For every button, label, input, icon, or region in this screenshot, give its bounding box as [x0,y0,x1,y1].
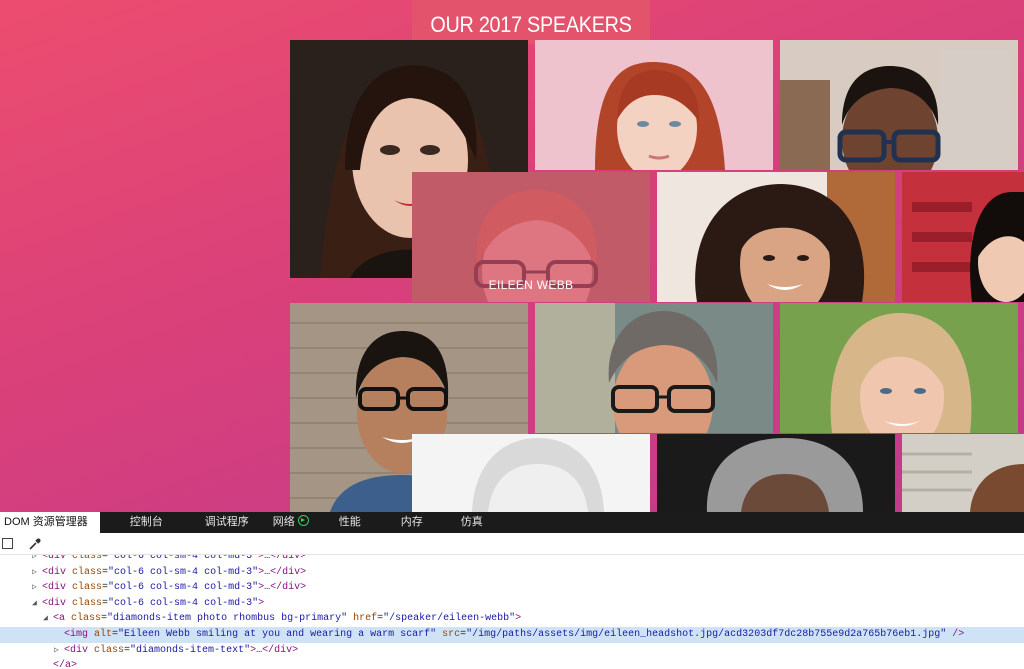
dom-attr-value: "diamonds-item photo rhombus bg-primary" [107,613,348,625]
page-title: OUR 2017 SPEAKERS [430,12,632,37]
dom-node-line[interactable]: </a> [0,658,1024,669]
speaker-portrait-3 [780,40,1018,170]
dom-attr-name: class [66,566,103,578]
tab-dom-explorer[interactable]: DOM 资源管理器 [0,512,100,533]
speaker-portrait-9 [780,303,1018,433]
dom-tag-name: <div [42,597,67,609]
speaker-photo-3[interactable] [780,40,1018,170]
speaker-portrait-10 [412,434,650,512]
dom-attr-name: class [88,644,125,656]
speaker-photo-9[interactable] [780,303,1018,433]
expand-arrow-icon[interactable]: ▷ [32,565,42,581]
speakers-page: OUR 2017 SPEAKERS EILEEN WEBB [0,0,1024,512]
tab-debugger[interactable]: 调试程序 [193,512,261,533]
dom-attr-value: "col-6 col-sm-4 col-md-3" [108,566,259,578]
speaker-portrait-8 [535,303,773,433]
dom-attr-value: "Eileen Webb smiling at you and wearing … [118,628,437,640]
speaker-photo-11[interactable] [657,434,895,512]
speaker-portrait-5 [657,172,895,302]
speaker-name-label: EILEEN WEBB [488,278,574,292]
devtools-panel: DOM 资源管理器 控制台 调试程序 网络 性能 内存 仿真 ▷ <div cla… [0,512,1024,669]
expand-arrow-icon[interactable]: ◢ [32,596,42,612]
speaker-portrait-6 [902,172,1024,302]
select-element-icon[interactable] [2,538,13,549]
speaker-photo-2[interactable] [535,40,773,170]
play-circle-icon [297,515,309,526]
dom-end-tag: </div> [270,555,307,562]
dom-tag-close: > [515,613,522,625]
dom-attr-name: class [66,597,103,609]
dom-end-tag: </div> [270,566,307,578]
dom-node-line[interactable]: ▷ <div class="col-6 col-sm-4 col-md-3">…<… [0,580,1024,596]
tab-network-label: 网络 [272,516,295,528]
dom-attr-name: href [347,613,378,625]
dom-tag-name: <div [42,582,67,594]
dom-tag-close: > [258,597,265,609]
speaker-photo-5[interactable] [657,172,895,302]
eyedropper-icon[interactable] [28,537,42,551]
expand-arrow-icon[interactable]: ▷ [32,580,42,596]
tab-emulation[interactable]: 仿真 [449,512,495,533]
devtools-toolbar [0,533,1024,555]
expand-arrow-icon[interactable]: ▷ [32,555,42,565]
tab-console[interactable]: 控制台 [118,512,175,533]
speaker-portrait-12 [902,434,1024,512]
speaker-portrait-11 [657,434,895,512]
dom-node-line[interactable]: <img alt="Eileen Webb smiling at you and… [0,626,1024,643]
expand-arrow-icon[interactable]: ◢ [43,611,53,627]
dom-attr-name: class [66,555,103,562]
speaker-photo-6[interactable] [902,172,1024,302]
dom-node-line[interactable]: ◢ <div class="col-6 col-sm-4 col-md-3"> [0,596,1024,612]
dom-tag-name: <div [64,644,89,656]
dom-tree: ▷ <div class="col-6 col-sm-4 col-md-3">…<… [0,555,1024,669]
dom-node-line[interactable]: ▷ <div class="col-6 col-sm-4 col-md-3">…<… [0,565,1024,581]
dom-attr-value: "/img/paths/assets/img/eileen_headshot.j… [466,628,947,640]
speaker-photo-10[interactable] [412,434,650,512]
dom-attr-name: class [65,613,102,625]
dom-node-line[interactable]: ▷ <div class="col-6 col-sm-4 col-md-3">…<… [0,555,1024,565]
speaker-photo-12[interactable] [902,434,1024,512]
dom-tag-close: /> [946,628,965,640]
speaker-photo-8[interactable] [535,303,773,433]
dom-attr-name: alt [88,628,113,640]
dom-attr-name: class [66,582,103,594]
dom-tag-name: <div [42,555,67,562]
dom-node-line[interactable]: ▷ <div class="diamonds-item-text">…</div> [0,643,1024,659]
tab-memory[interactable]: 内存 [389,512,435,533]
dom-node-line[interactable]: ◢ <a class="diamonds-item photo rhombus b… [0,611,1024,627]
dom-tag-name: <div [42,566,67,578]
dom-attr-value: "col-6 col-sm-4 col-md-3" [108,597,259,609]
dom-tag-name: <a [53,613,66,625]
expand-arrow-icon[interactable]: ▷ [54,643,64,659]
dom-attr-name: src [436,628,461,640]
dom-tag-name: </a [53,660,72,669]
dom-end-tag: </div> [262,644,299,656]
devtools-tab-bar: DOM 资源管理器 控制台 调试程序 网络 性能 内存 仿真 [0,512,1024,533]
dom-end-tag: </div> [270,582,307,594]
speaker-photo-eileen-webb[interactable]: EILEEN WEBB [412,172,650,302]
dom-attr-value: "/speaker/eileen-webb" [383,613,516,625]
dom-attr-value: "diamonds-item-text" [130,644,251,656]
dom-attr-value: "col-6 col-sm-4 col-md-3" [108,582,259,594]
dom-attr-value: "col-6 col-sm-4 col-md-3" [108,555,259,562]
tab-network[interactable]: 网络 [261,512,321,533]
speaker-portrait-2 [535,40,773,170]
dom-tag-close: > [71,660,78,669]
dom-tag-name: <img [64,628,89,640]
tab-performance[interactable]: 性能 [327,512,373,533]
